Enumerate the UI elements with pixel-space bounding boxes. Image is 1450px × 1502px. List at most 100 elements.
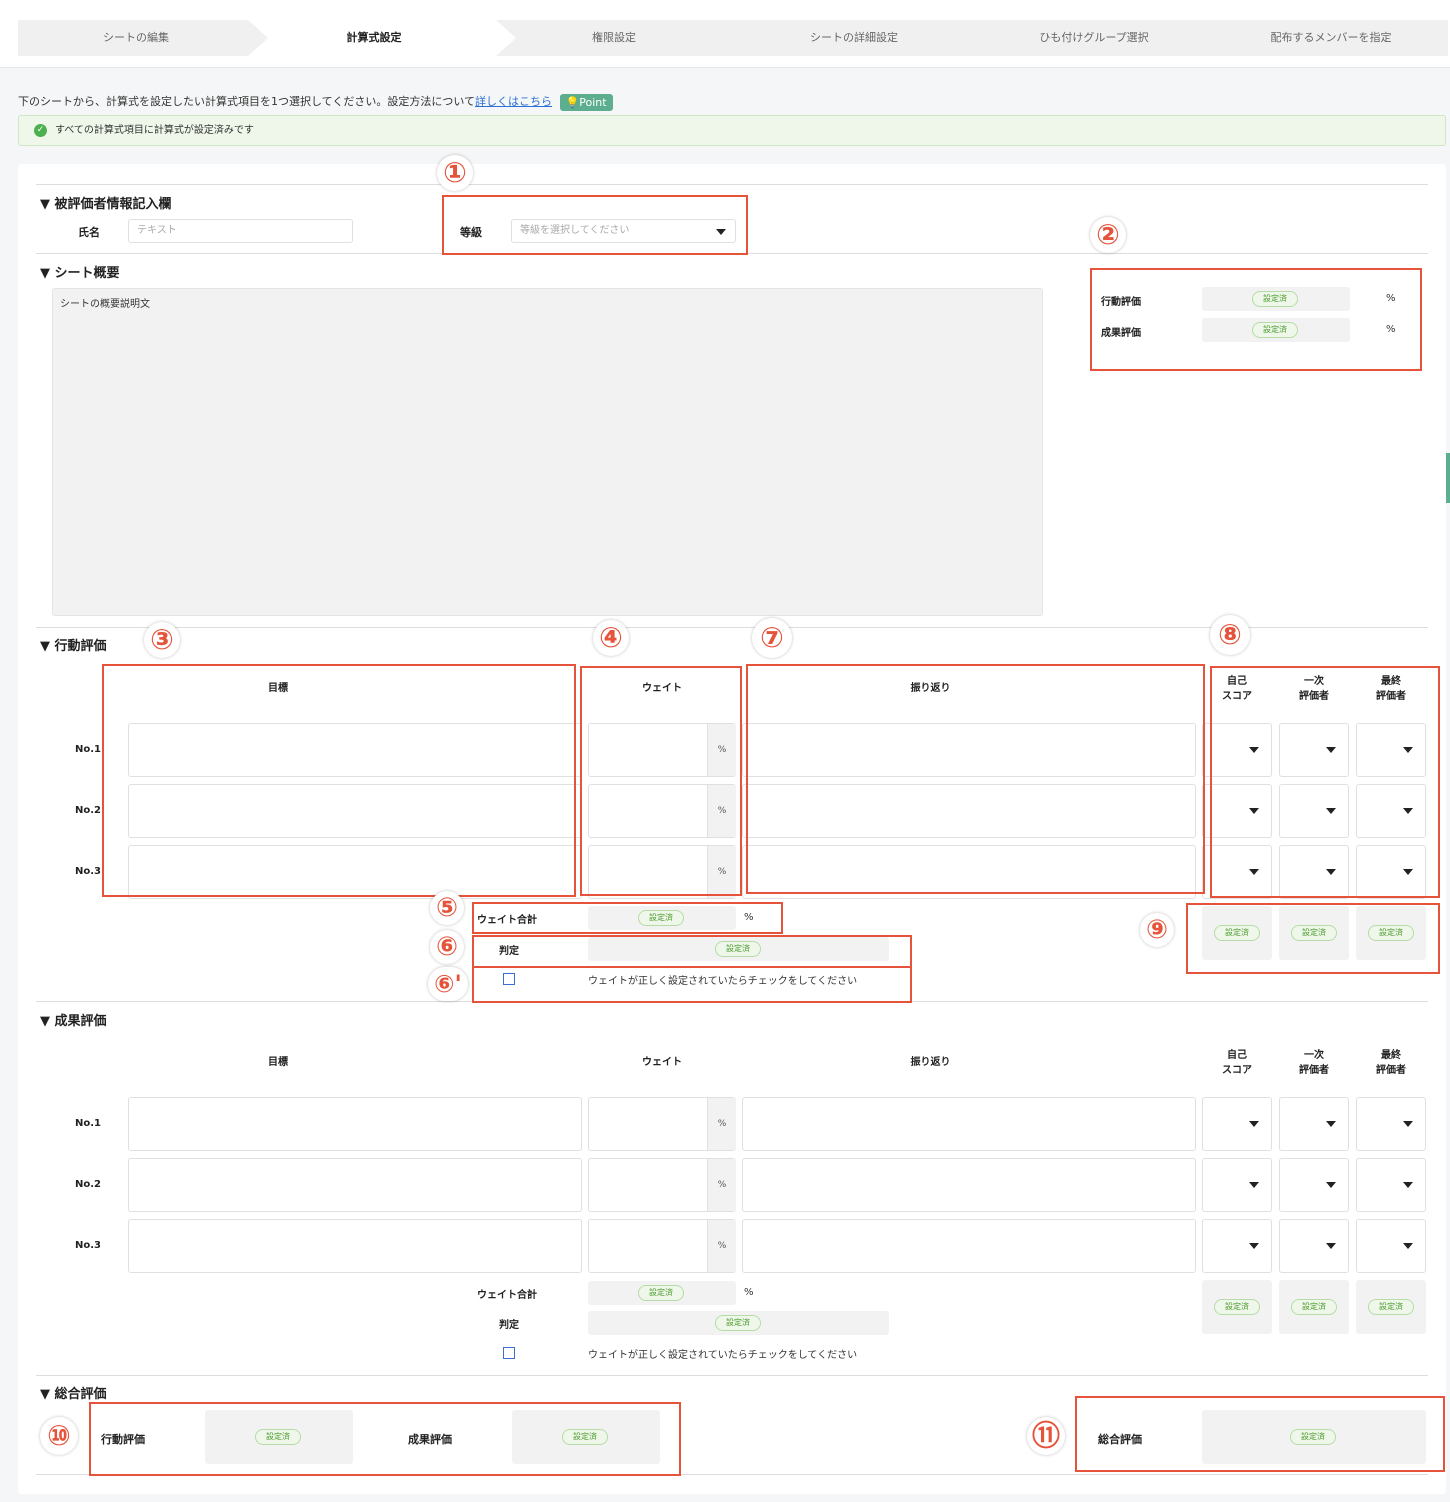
divider [36, 1375, 1428, 1376]
weight-input[interactable]: % [588, 1158, 736, 1212]
name-label: 氏名 [78, 226, 100, 239]
final-eval-total[interactable]: 設定済 [1356, 1280, 1426, 1334]
lightbulb-icon: 💡 [565, 95, 580, 109]
chevron-down-icon [1249, 1182, 1259, 1188]
point-label: Point [579, 95, 607, 109]
banner-text: すべての計算式項目に計算式が設定済みです [55, 125, 254, 136]
instruction-text: 下のシートから、計算式を設定したい計算式項目を1つ選択してください。設定方法につ… [18, 95, 476, 108]
chevron-down-icon [1249, 1243, 1259, 1249]
step-sheet-edit[interactable]: シートの編集 [18, 20, 254, 56]
marker-9: ⑨ [1140, 913, 1174, 947]
annotation-box-7 [746, 664, 1205, 894]
goal-input[interactable] [128, 1158, 582, 1212]
weight-input[interactable]: % [588, 1219, 736, 1273]
pct-unit: % [744, 1287, 754, 1298]
step-bar: シートの編集 計算式設定 権限設定 シートの詳細設定 ひも付けグループ選択 配布… [0, 0, 1450, 68]
chevron-down-icon [1326, 1243, 1336, 1249]
annotation-box-3 [102, 664, 576, 897]
weight-total-label: ウェイト合計 [477, 1290, 537, 1301]
chevron-down-icon [1403, 1243, 1413, 1249]
self-score-select[interactable] [1202, 1219, 1272, 1273]
row-label: No.3 [75, 1240, 101, 1251]
set-badge: 設定済 [638, 1285, 684, 1301]
step-group-select[interactable]: ひも付けグループ選択 [974, 20, 1214, 56]
col-review: 振り返り [910, 1057, 951, 1068]
marker-2: ② [1090, 217, 1126, 253]
first-eval-select[interactable] [1279, 1097, 1349, 1151]
col-first-evaluator: 一次 評価者 [1299, 1050, 1329, 1076]
row-label: No.1 [75, 744, 101, 755]
annotation-box-10 [89, 1402, 681, 1476]
weight-check-checkbox[interactable] [503, 1347, 515, 1359]
row-label: No.2 [75, 805, 101, 816]
goal-input[interactable] [128, 1097, 582, 1151]
marker-1: ① [437, 155, 473, 191]
judge-field[interactable]: 設定済 [588, 1311, 889, 1335]
col-self-score: 自己 スコア [1222, 1050, 1252, 1076]
judge-label: 判定 [499, 1320, 519, 1331]
first-eval-select[interactable] [1279, 1158, 1349, 1212]
first-eval-select[interactable] [1279, 1219, 1349, 1273]
instruction: 下のシートから、計算式を設定したい計算式項目を1つ選択してください。設定方法につ… [18, 93, 613, 111]
set-badge: 設定済 [1291, 1299, 1337, 1315]
chevron-down-icon [1249, 1121, 1259, 1127]
marker-4: ④ [593, 620, 629, 656]
weight-input[interactable]: % [588, 1097, 736, 1151]
col-final-evaluator: 最終 評価者 [1376, 1050, 1406, 1076]
weight-check-text: ウェイトが正しく設定されていたらチェックをしてください [588, 1350, 858, 1361]
steps: シートの編集 計算式設定 権限設定 シートの詳細設定 ひも付けグループ選択 配布… [18, 20, 1448, 56]
chevron-down-icon [1326, 1121, 1336, 1127]
marker-3: ③ [144, 622, 180, 658]
point-badge[interactable]: 💡Point [559, 93, 613, 111]
review-input[interactable] [742, 1097, 1196, 1151]
check-circle-icon: ✓ [34, 124, 47, 137]
step-sheet-details[interactable]: シートの詳細設定 [734, 20, 974, 56]
side-tab[interactable] [1446, 453, 1450, 503]
overview-text: シートの概要説明文 [60, 299, 150, 310]
review-input[interactable] [742, 1158, 1196, 1212]
marker-6: ⑥ [430, 930, 464, 964]
details-link[interactable]: 詳しくはこちら [475, 95, 552, 108]
goal-input[interactable] [128, 1219, 582, 1273]
set-badge: 設定済 [1214, 1299, 1260, 1315]
marker-5: ⑤ [430, 891, 464, 925]
chevron-down-icon [1326, 1182, 1336, 1188]
total-section-title[interactable]: ▼ 総合評価 [40, 1383, 107, 1402]
col-weight: ウェイト [642, 1057, 682, 1068]
review-input[interactable] [742, 1219, 1196, 1273]
set-badge: 設定済 [1368, 1299, 1414, 1315]
marker-10: ⑩ [40, 1417, 78, 1455]
evaluatee-section-title[interactable]: ▼ 被評価者情報記入欄 [40, 193, 172, 212]
success-banner: ✓ すべての計算式項目に計算式が設定済みです [18, 115, 1446, 146]
annotation-box-5 [472, 902, 783, 934]
annotation-box-8 [1210, 666, 1440, 898]
weight-total-field[interactable]: 設定済 [588, 1281, 736, 1305]
annotation-box-1 [442, 195, 748, 255]
overview-section-title[interactable]: ▼ シート概要 [40, 262, 120, 281]
step-member-select[interactable]: 配布するメンバーを指定 [1214, 20, 1448, 56]
chevron-down-icon [1403, 1121, 1413, 1127]
name-input[interactable]: テキスト [128, 219, 353, 243]
annotation-box-6prime [472, 966, 912, 1003]
marker-6-prime: ⑥' [428, 967, 468, 1001]
final-eval-select[interactable] [1356, 1158, 1426, 1212]
divider [36, 184, 1428, 185]
self-score-total[interactable]: 設定済 [1202, 1280, 1272, 1334]
annotation-box-9 [1186, 903, 1440, 974]
behavior-section-title[interactable]: ▼ 行動評価 [40, 635, 107, 654]
row-label: No.2 [75, 1179, 101, 1190]
pct-suffix: % [707, 1220, 736, 1272]
self-score-select[interactable] [1202, 1097, 1272, 1151]
overview-textarea[interactable]: シートの概要説明文 [52, 288, 1043, 616]
marker-7: ⑦ [752, 618, 792, 658]
step-permissions[interactable]: 権限設定 [494, 20, 734, 56]
self-score-select[interactable] [1202, 1158, 1272, 1212]
step-formula-settings[interactable]: 計算式設定 [254, 20, 494, 56]
marker-8: ⑧ [1210, 615, 1250, 655]
final-eval-select[interactable] [1356, 1097, 1426, 1151]
final-eval-select[interactable] [1356, 1219, 1426, 1273]
result-section-title[interactable]: ▼ 成果評価 [40, 1010, 107, 1029]
first-eval-total[interactable]: 設定済 [1279, 1280, 1349, 1334]
set-badge: 設定済 [715, 1315, 761, 1331]
chevron-down-icon [1403, 1182, 1413, 1188]
